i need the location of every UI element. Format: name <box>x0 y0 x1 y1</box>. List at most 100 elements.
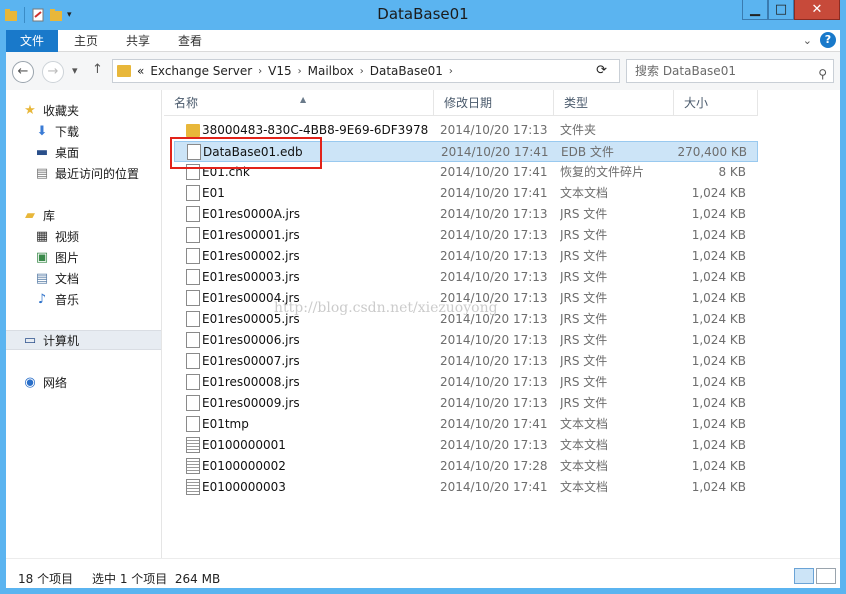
address-overflow[interactable]: « <box>137 64 144 78</box>
tab-home[interactable]: 主页 <box>64 30 108 52</box>
column-header-label: 类型 <box>564 96 589 110</box>
breadcrumb-database01[interactable]: DataBase01 <box>370 64 443 78</box>
ribbon-tabs: 文件 主页 共享 查看 ⌄ ? <box>6 30 840 52</box>
breadcrumb-separator-icon[interactable]: › <box>449 66 453 77</box>
column-header-type[interactable]: 类型 <box>554 90 674 116</box>
file-type: JRS 文件 <box>560 354 608 368</box>
file-row[interactable]: E01tmp 2014/10/20 17:41 文本文档 1,024 KB <box>174 414 758 435</box>
file-size: 1,024 KB <box>691 333 746 347</box>
breadcrumb-separator-icon[interactable]: › <box>258 66 262 77</box>
breadcrumb-exchange-server[interactable]: Exchange Server <box>150 64 252 78</box>
file-type: JRS 文件 <box>560 396 608 410</box>
column-header-name[interactable]: 名称 ▲ <box>164 90 434 116</box>
file-date: 2014/10/20 17:41 <box>440 186 548 200</box>
file-row[interactable]: E01 2014/10/20 17:41 文本文档 1,024 KB <box>174 183 758 204</box>
file-size: 1,024 KB <box>691 291 746 305</box>
file-size: 1,024 KB <box>691 270 746 284</box>
breadcrumb-separator-icon[interactable]: › <box>298 66 302 77</box>
file-size: 1,024 KB <box>691 312 746 326</box>
file-row[interactable]: E01res00006.jrs 2014/10/20 17:13 JRS 文件 1,0… <box>174 330 758 351</box>
file-type: 文本文档 <box>560 417 609 431</box>
file-name: E01res00003.jrs <box>202 270 300 284</box>
breadcrumb-mailbox[interactable]: Mailbox <box>308 64 354 78</box>
sidebar-item-libraries[interactable]: ▰ 库 <box>22 205 55 225</box>
sidebar-item-downloads[interactable]: ⬇ 下载 <box>34 121 79 141</box>
text-file-icon <box>186 458 200 474</box>
file-date: 2014/10/20 17:13 <box>440 291 548 305</box>
file-icon <box>186 269 200 285</box>
recent-locations-icon[interactable]: ▾ <box>72 64 78 77</box>
selection-info: 选中 1 个项目 264 MB <box>92 572 221 586</box>
search-input[interactable]: 搜索 DataBase01 ⚲ <box>626 59 834 83</box>
sort-ascending-icon: ▲ <box>300 95 307 104</box>
file-icon <box>186 353 200 369</box>
file-row[interactable]: E01res00003.jrs 2014/10/20 17:13 JRS 文件 1,0… <box>174 267 758 288</box>
breadcrumb-v15[interactable]: V15 <box>268 64 291 78</box>
file-icon <box>186 416 200 432</box>
computer-icon: ▭ <box>23 332 37 348</box>
sidebar-item-label: 文档 <box>55 271 80 286</box>
title-bar: ▾ DataBase01 ▁ □ ✕ <box>0 0 846 30</box>
window-title: DataBase01 <box>377 5 469 23</box>
refresh-icon[interactable]: ⟳ <box>596 63 607 78</box>
file-row[interactable]: E01res00004.jrs 2014/10/20 17:13 JRS 文件 1,0… <box>174 288 758 309</box>
folder-icon <box>186 124 200 137</box>
forward-button[interactable]: → <box>42 61 64 83</box>
tab-share[interactable]: 共享 <box>116 30 160 52</box>
file-size: 1,024 KB <box>691 396 746 410</box>
file-date: 2014/10/20 17:13 <box>440 375 548 389</box>
back-button[interactable]: ← <box>12 61 34 83</box>
sidebar-item-music[interactable]: ♪ 音乐 <box>34 289 79 309</box>
sidebar-item-favorites[interactable]: ★ 收藏夹 <box>22 100 79 120</box>
ribbon-right-controls: ⌄ ? <box>803 32 836 48</box>
file-type: 文本文档 <box>560 459 609 473</box>
sidebar-item-recent-places[interactable]: ▤ 最近访问的位置 <box>34 163 139 183</box>
file-row[interactable]: E01res00007.jrs 2014/10/20 17:13 JRS 文件 1,0… <box>174 351 758 372</box>
file-size: 1,024 KB <box>691 186 746 200</box>
search-icon[interactable]: ⚲ <box>818 63 827 85</box>
recent-places-icon: ▤ <box>35 165 49 181</box>
file-icon <box>186 206 200 222</box>
column-header-date[interactable]: 修改日期 <box>434 90 554 116</box>
file-row[interactable]: E01res0000A.jrs 2014/10/20 17:13 JRS 文件 1,0… <box>174 204 758 225</box>
sidebar-item-pictures[interactable]: ▣ 图片 <box>34 247 79 267</box>
sidebar-item-documents[interactable]: ▤ 文档 <box>34 268 79 288</box>
sidebar-item-videos[interactable]: ▦ 视频 <box>34 226 79 246</box>
maximize-button[interactable]: □ <box>768 0 794 20</box>
file-row[interactable]: E0100000001 2014/10/20 17:13 文本文档 1,024 KB <box>174 435 758 456</box>
file-date: 2014/10/20 17:13 <box>440 396 548 410</box>
minimize-button[interactable]: ▁ <box>742 0 768 20</box>
close-button[interactable]: ✕ <box>794 0 840 20</box>
expand-ribbon-icon[interactable]: ⌄ <box>803 34 812 47</box>
sidebar-item-desktop[interactable]: ▬ 桌面 <box>34 142 79 162</box>
address-bar[interactable]: « Exchange Server › V15 › Mailbox › Data… <box>112 59 620 83</box>
file-type: JRS 文件 <box>560 270 608 284</box>
file-row[interactable]: E0100000002 2014/10/20 17:28 文本文档 1,024 KB <box>174 456 758 477</box>
file-row[interactable]: E01res00002.jrs 2014/10/20 17:13 JRS 文件 1,0… <box>174 246 758 267</box>
file-date: 2014/10/20 17:13 <box>440 312 548 326</box>
up-arrow-icon[interactable]: ↑ <box>92 62 103 77</box>
text-file-icon <box>186 479 200 495</box>
file-row[interactable]: E01res00001.jrs 2014/10/20 17:13 JRS 文件 1,0… <box>174 225 758 246</box>
details-view-icon[interactable] <box>794 568 814 584</box>
file-name: E0100000003 <box>202 480 286 494</box>
file-row[interactable]: E01res00005.jrs 2014/10/20 17:13 JRS 文件 1,0… <box>174 309 758 330</box>
column-header-size[interactable]: 大小 <box>674 90 758 116</box>
sidebar-item-network[interactable]: ◉ 网络 <box>22 372 67 392</box>
breadcrumb-separator-icon[interactable]: › <box>360 66 364 77</box>
sidebar-item-computer[interactable]: ▭ 计算机 <box>6 330 161 350</box>
file-row[interactable]: E0100000003 2014/10/20 17:41 文本文档 1,024 KB <box>174 477 758 498</box>
file-type: JRS 文件 <box>560 249 608 263</box>
file-row[interactable]: E01res00009.jrs 2014/10/20 17:13 JRS 文件 1,0… <box>174 393 758 414</box>
sidebar-item-label: 音乐 <box>55 292 80 307</box>
file-name: E0100000002 <box>202 459 286 473</box>
file-icon <box>186 374 200 390</box>
file-type: JRS 文件 <box>560 312 608 326</box>
tab-file[interactable]: 文件 <box>6 30 58 52</box>
large-icons-view-icon[interactable] <box>816 568 836 584</box>
file-row[interactable]: E01res00008.jrs 2014/10/20 17:13 JRS 文件 1,0… <box>174 372 758 393</box>
file-size <box>674 120 746 141</box>
help-icon[interactable]: ? <box>820 32 836 48</box>
tab-view[interactable]: 查看 <box>168 30 212 52</box>
sidebar-item-label: 视频 <box>55 229 80 244</box>
